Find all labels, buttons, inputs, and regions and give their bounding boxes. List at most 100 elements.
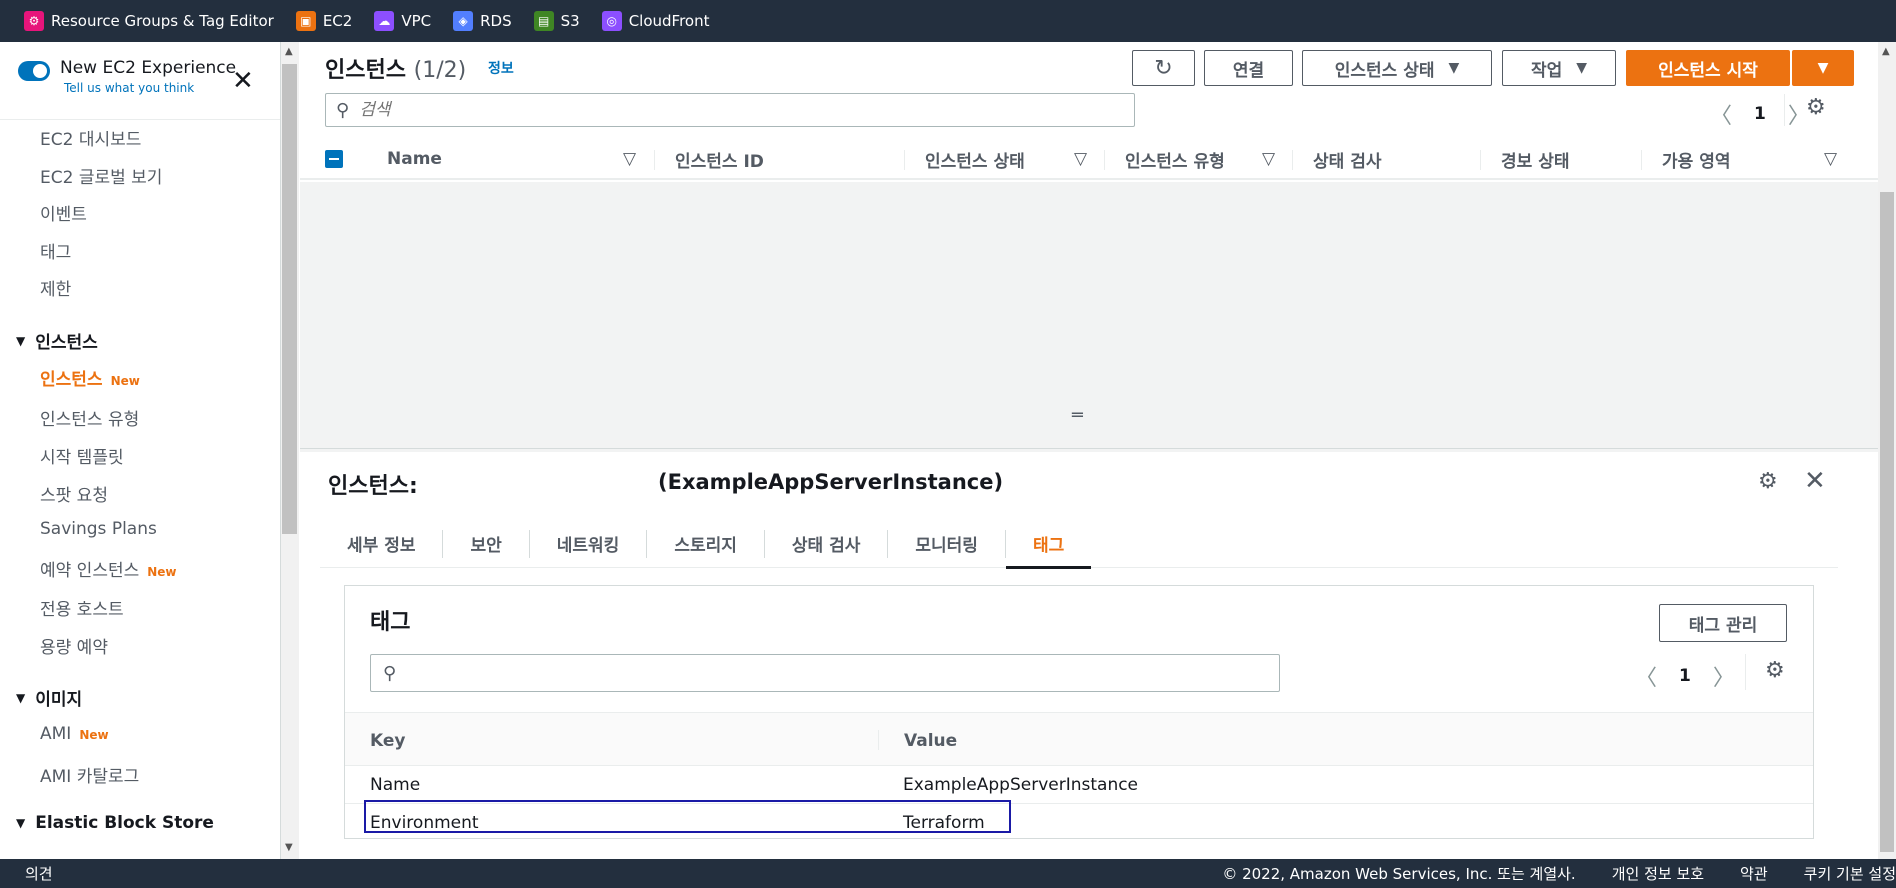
vpc-icon: ☁ bbox=[374, 11, 395, 31]
scroll-down-icon[interactable]: ▼ bbox=[285, 842, 293, 853]
sidebar-section-images[interactable]: ▼ 이미지 bbox=[16, 685, 82, 710]
caret-down-icon: ▼ bbox=[1817, 60, 1829, 76]
sidebar-item-dashboard[interactable]: EC2 대시보드 bbox=[40, 125, 141, 150]
sidebar-scrollbar[interactable]: ▲ ▼ bbox=[281, 42, 299, 859]
sidebar-item-instance-types[interactable]: 인스턴스 유형 bbox=[40, 405, 139, 430]
tags-search[interactable]: ⚲ bbox=[370, 654, 1280, 692]
sidebar-item-dedicated-hosts[interactable]: 전용 호스트 bbox=[40, 595, 124, 620]
sidebar-item-events[interactable]: 이벤트 bbox=[40, 200, 87, 225]
connect-button[interactable]: 연결 bbox=[1204, 50, 1293, 86]
column-status-check[interactable]: 상태 검사 bbox=[1313, 147, 1381, 172]
feedback-button[interactable]: 의견 bbox=[25, 863, 53, 884]
divider bbox=[654, 150, 655, 170]
divider bbox=[0, 119, 280, 120]
sort-icon[interactable]: ▽ bbox=[1824, 149, 1837, 169]
privacy-link[interactable]: 개인 정보 보호 bbox=[1612, 863, 1704, 884]
sidebar-item-limits[interactable]: 제한 bbox=[40, 275, 71, 300]
new-badge: New bbox=[147, 565, 177, 579]
column-key[interactable]: Key bbox=[370, 731, 406, 751]
tab-details[interactable]: 세부 정보 bbox=[320, 520, 442, 568]
page-title: 인스턴스 (1/2) bbox=[325, 52, 466, 84]
split-drag-handle[interactable]: ═ bbox=[1072, 405, 1083, 426]
launch-options-dropdown[interactable]: ▼ bbox=[1792, 50, 1854, 86]
scrollbar-thumb[interactable] bbox=[1880, 192, 1894, 852]
favorite-vpc[interactable]: ☁ VPC bbox=[374, 11, 431, 31]
detail-close-icon[interactable]: ✕ bbox=[1804, 466, 1826, 496]
search-input[interactable] bbox=[359, 100, 1060, 120]
sidebar-section-instances[interactable]: ▼ 인스턴스 bbox=[16, 328, 98, 353]
tags-pagination: 〈 1 〉 bbox=[1635, 660, 1735, 692]
scroll-up-icon[interactable]: ▲ bbox=[285, 46, 293, 57]
divider bbox=[904, 150, 905, 170]
button-label: 인스턴스 상태 bbox=[1334, 60, 1435, 81]
launch-instances-button[interactable]: 인스턴스 시작 bbox=[1626, 50, 1790, 86]
instance-state-dropdown[interactable]: 인스턴스 상태 ▼ bbox=[1302, 50, 1492, 86]
favorite-rds[interactable]: ◈ RDS bbox=[453, 11, 512, 31]
sidebar-item-reserved-instances[interactable]: 예약 인스턴스 New bbox=[40, 556, 177, 581]
button-label: 연결 bbox=[1232, 60, 1265, 81]
chevron-right-icon[interactable]: 〉 bbox=[1713, 660, 1735, 692]
selection-highlight-box bbox=[364, 800, 1011, 833]
sort-icon[interactable]: ▽ bbox=[623, 149, 636, 169]
toggle-label: New EC2 Experience bbox=[60, 58, 237, 78]
favorite-resource-groups[interactable]: ⚙ Resource Groups & Tag Editor bbox=[24, 11, 274, 31]
actions-dropdown[interactable]: 작업 ▼ bbox=[1502, 50, 1616, 86]
tab-monitoring[interactable]: 모니터링 bbox=[888, 520, 1005, 568]
selection-count: (1/2) bbox=[413, 58, 467, 83]
favorite-label: RDS bbox=[480, 12, 512, 30]
chevron-left-icon[interactable]: 〈 bbox=[1710, 98, 1732, 130]
sidebar-item-spot-requests[interactable]: 스팟 요청 bbox=[40, 481, 108, 506]
sort-icon[interactable]: ▽ bbox=[1074, 149, 1087, 169]
tab-tags[interactable]: 태그 bbox=[1005, 520, 1092, 569]
page-number[interactable]: 1 bbox=[1679, 666, 1691, 686]
tab-security[interactable]: 보안 bbox=[443, 520, 528, 568]
column-name[interactable]: Name bbox=[387, 149, 442, 169]
sidebar-item-launch-templates[interactable]: 시작 템플릿 bbox=[40, 443, 124, 468]
column-instance-id[interactable]: 인스턴스 ID bbox=[675, 147, 764, 172]
sidebar-item-label: AMI bbox=[40, 724, 72, 744]
new-experience-toggle[interactable] bbox=[18, 61, 50, 81]
sidebar-section-ebs[interactable]: ▼ Elastic Block Store bbox=[16, 813, 214, 833]
settings-gear-icon[interactable]: ⚙ bbox=[1806, 95, 1826, 120]
sort-icon[interactable]: ▽ bbox=[1262, 149, 1275, 169]
sidebar-item-ami[interactable]: AMI New bbox=[40, 724, 109, 744]
tag-key: Name bbox=[370, 775, 421, 795]
column-availability-zone[interactable]: 가용 영역 bbox=[1662, 147, 1730, 172]
favorite-ec2[interactable]: ▣ EC2 bbox=[295, 11, 352, 31]
manage-tags-button[interactable]: 태그 관리 bbox=[1659, 604, 1787, 642]
sidebar-item-savings-plans[interactable]: Savings Plans bbox=[40, 519, 157, 539]
instances-pagination: 〈 1 〉 bbox=[1710, 98, 1810, 130]
feedback-link[interactable]: Tell us what you think bbox=[64, 81, 236, 95]
tab-status-checks[interactable]: 상태 검사 bbox=[765, 520, 887, 568]
main-scrollbar[interactable]: ▲ bbox=[1878, 42, 1896, 859]
scrollbar-thumb[interactable] bbox=[282, 64, 297, 534]
terms-link[interactable]: 약관 bbox=[1740, 863, 1768, 884]
column-value[interactable]: Value bbox=[904, 731, 957, 751]
column-instance-type[interactable]: 인스턴스 유형 bbox=[1125, 147, 1225, 172]
sidebar-item-ami-catalog[interactable]: AMI 카탈로그 bbox=[40, 762, 139, 787]
search-icon: ⚲ bbox=[383, 662, 397, 684]
cookie-preferences-link[interactable]: 쿠키 기본 설정 bbox=[1804, 863, 1896, 884]
instances-search[interactable]: ⚲ bbox=[325, 93, 1135, 127]
page-number[interactable]: 1 bbox=[1754, 104, 1766, 124]
detail-settings-gear-icon[interactable]: ⚙ bbox=[1758, 469, 1778, 494]
sidebar-item-tags[interactable]: 태그 bbox=[40, 238, 71, 263]
tab-networking[interactable]: 네트워킹 bbox=[530, 520, 647, 568]
favorite-s3[interactable]: ▤ S3 bbox=[533, 11, 580, 31]
copyright-text: © 2022, Amazon Web Services, Inc. 또는 계열사… bbox=[1222, 865, 1576, 883]
refresh-button[interactable]: ↻ bbox=[1132, 50, 1195, 86]
sidebar-item-global-view[interactable]: EC2 글로벌 보기 bbox=[40, 163, 162, 188]
sidebar-close-icon[interactable]: ✕ bbox=[232, 68, 254, 94]
tab-storage[interactable]: 스토리지 bbox=[647, 520, 764, 568]
settings-gear-icon[interactable]: ⚙ bbox=[1765, 658, 1785, 683]
info-link[interactable]: 정보 bbox=[488, 58, 514, 78]
select-all-checkbox[interactable] bbox=[325, 150, 343, 168]
favorite-cloudfront[interactable]: ◎ CloudFront bbox=[601, 11, 709, 31]
divider bbox=[1745, 654, 1746, 690]
column-alarm-status[interactable]: 경보 상태 bbox=[1501, 147, 1569, 172]
scroll-up-icon[interactable]: ▲ bbox=[1882, 46, 1890, 57]
chevron-left-icon[interactable]: 〈 bbox=[1635, 660, 1657, 692]
sidebar-item-instances[interactable]: 인스턴스 New bbox=[40, 365, 140, 390]
sidebar-item-capacity-reservations[interactable]: 용량 예약 bbox=[40, 633, 108, 658]
column-instance-state[interactable]: 인스턴스 상태 bbox=[925, 147, 1025, 172]
